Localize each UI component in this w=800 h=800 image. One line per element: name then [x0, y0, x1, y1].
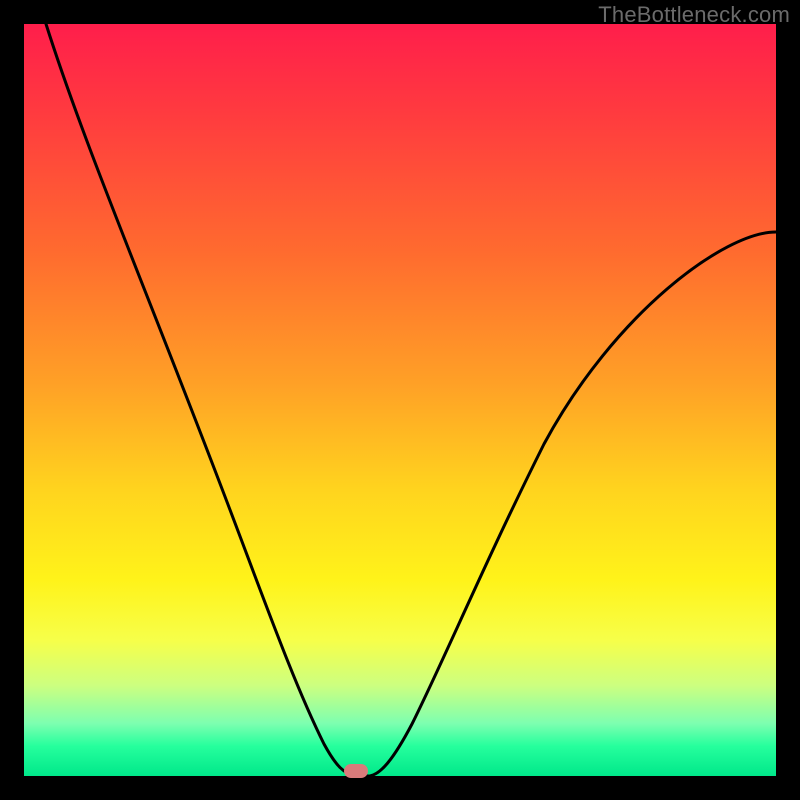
watermark-text: TheBottleneck.com: [598, 2, 790, 28]
plot-area: [24, 24, 776, 776]
bottleneck-curve: [24, 24, 776, 776]
optimal-marker: [344, 764, 368, 778]
chart-frame: TheBottleneck.com: [0, 0, 800, 800]
curve-path: [46, 24, 776, 776]
